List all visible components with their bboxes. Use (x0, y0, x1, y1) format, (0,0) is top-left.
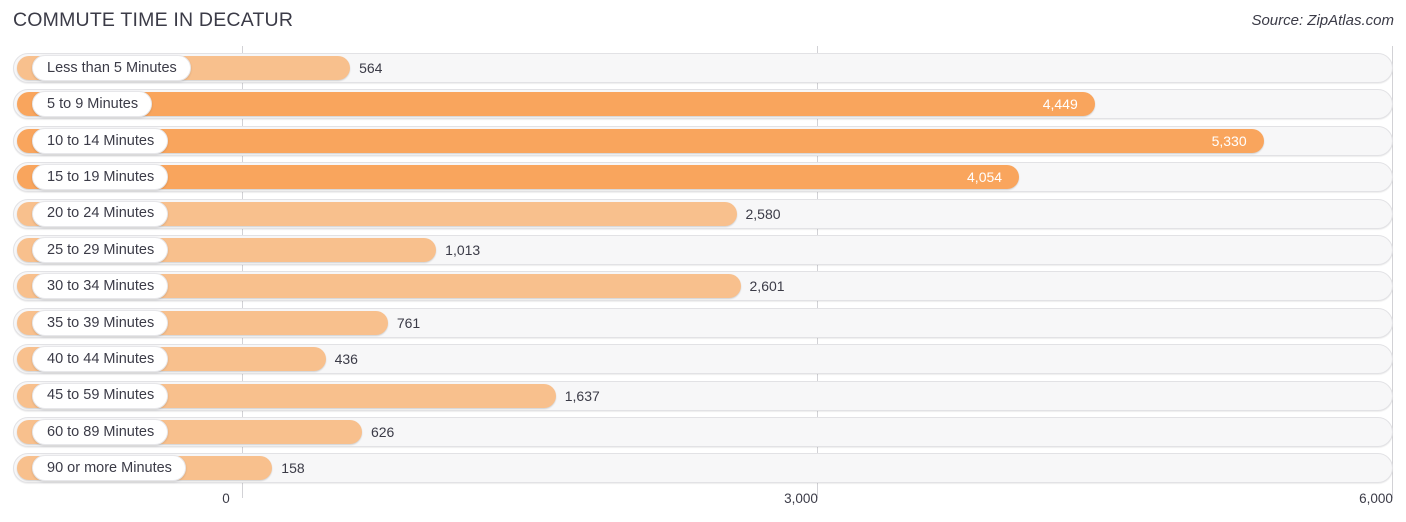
source-attribution: Source: ZipAtlas.com (1251, 12, 1394, 29)
bar-value-label: 5,330 (1211, 132, 1247, 149)
x-axis: 0 3,000 6,000 (0, 489, 1406, 522)
bar-row[interactable]: Less than 5 Minutes 564 (13, 53, 1393, 83)
category-label: 15 to 19 Minutes (47, 168, 155, 185)
category-label-pill: 60 to 89 Minutes (32, 419, 169, 445)
category-label-pill: 45 to 59 Minutes (32, 382, 169, 409)
axis-tick-label: 0 (222, 491, 230, 506)
category-label-pill: 15 to 19 Minutes (32, 164, 169, 191)
plot-area: Less than 5 Minutes 564 5 to 9 Minutes 4,44… (0, 46, 1406, 489)
bar-value-label: 626 (370, 424, 395, 440)
bar-fill (17, 92, 1095, 117)
bar-row[interactable]: 10 to 14 Minutes 5,330 (13, 125, 1393, 156)
bar-value-label: 1,013 (445, 242, 481, 258)
bar-value-label: 761 (396, 314, 421, 331)
category-label-pill: 90 or more Minutes (32, 455, 186, 482)
bar-value-label: 4,054 (967, 169, 1003, 186)
bar-row[interactable]: 15 to 19 Minutes 4,054 (13, 162, 1393, 193)
category-label-pill: 40 to 44 Minutes (32, 346, 169, 373)
bar-row[interactable]: 30 to 34 Minutes 2,601 (13, 271, 1393, 302)
category-label: 20 to 24 Minutes (47, 205, 155, 222)
bar-row[interactable]: 35 to 39 Minutes 761 (13, 307, 1393, 338)
category-label: 10 to 14 Minutes (47, 132, 155, 149)
category-label: 90 or more Minutes (47, 460, 172, 477)
category-label-pill: 5 to 9 Minutes (32, 91, 153, 118)
bar-row[interactable]: 5 to 9 Minutes 4,449 (13, 89, 1393, 120)
category-label-pill: Less than 5 Minutes (32, 55, 191, 81)
category-label: 30 to 34 Minutes (47, 278, 155, 295)
category-label: 45 to 59 Minutes (47, 387, 155, 404)
category-label: 35 to 39 Minutes (47, 314, 155, 331)
bar-row[interactable]: 45 to 59 Minutes 1,637 (13, 380, 1393, 411)
bar-value-label: 2,601 (749, 278, 785, 295)
page-title: COMMUTE TIME IN DECATUR (13, 9, 294, 31)
bar-row[interactable]: 90 or more Minutes 158 (13, 453, 1393, 484)
bar-value-label: 1,637 (564, 387, 600, 404)
bar-row[interactable]: 25 to 29 Minutes 1,013 (13, 235, 1393, 265)
category-label-pill: 30 to 34 Minutes (32, 273, 169, 300)
category-label: 25 to 29 Minutes (47, 241, 155, 258)
bar-value-label: 436 (334, 351, 358, 368)
bar-value-label: 564 (359, 60, 383, 76)
bar-row[interactable]: 20 to 24 Minutes 2,580 (13, 198, 1393, 229)
category-label-pill: 10 to 14 Minutes (32, 127, 169, 154)
bar-value-label: 2,580 (745, 205, 781, 222)
bar-row[interactable]: 60 to 89 Minutes 626 (13, 417, 1393, 447)
category-label: 40 to 44 Minutes (47, 350, 155, 367)
axis-tick-label: 6,000 (1359, 491, 1393, 506)
bar-row[interactable]: 40 to 44 Minutes 436 (13, 344, 1393, 375)
axis-tick-mark (242, 489, 243, 498)
bar-value-label: 158 (281, 460, 305, 477)
category-label: Less than 5 Minutes (47, 59, 177, 76)
bar-fill (17, 128, 1264, 153)
category-label: 5 to 9 Minutes (47, 96, 139, 113)
axis-tick-label: 3,000 (784, 491, 818, 506)
category-label-pill: 25 to 29 Minutes (32, 237, 169, 263)
category-label: 60 to 89 Minutes (47, 423, 155, 440)
bar-value-label: 4,449 (1042, 96, 1078, 113)
chart-container: COMMUTE TIME IN DECATUR Source: ZipAtlas… (0, 0, 1406, 522)
category-label-pill: 20 to 24 Minutes (32, 200, 169, 227)
category-label-pill: 35 to 39 Minutes (32, 309, 169, 336)
